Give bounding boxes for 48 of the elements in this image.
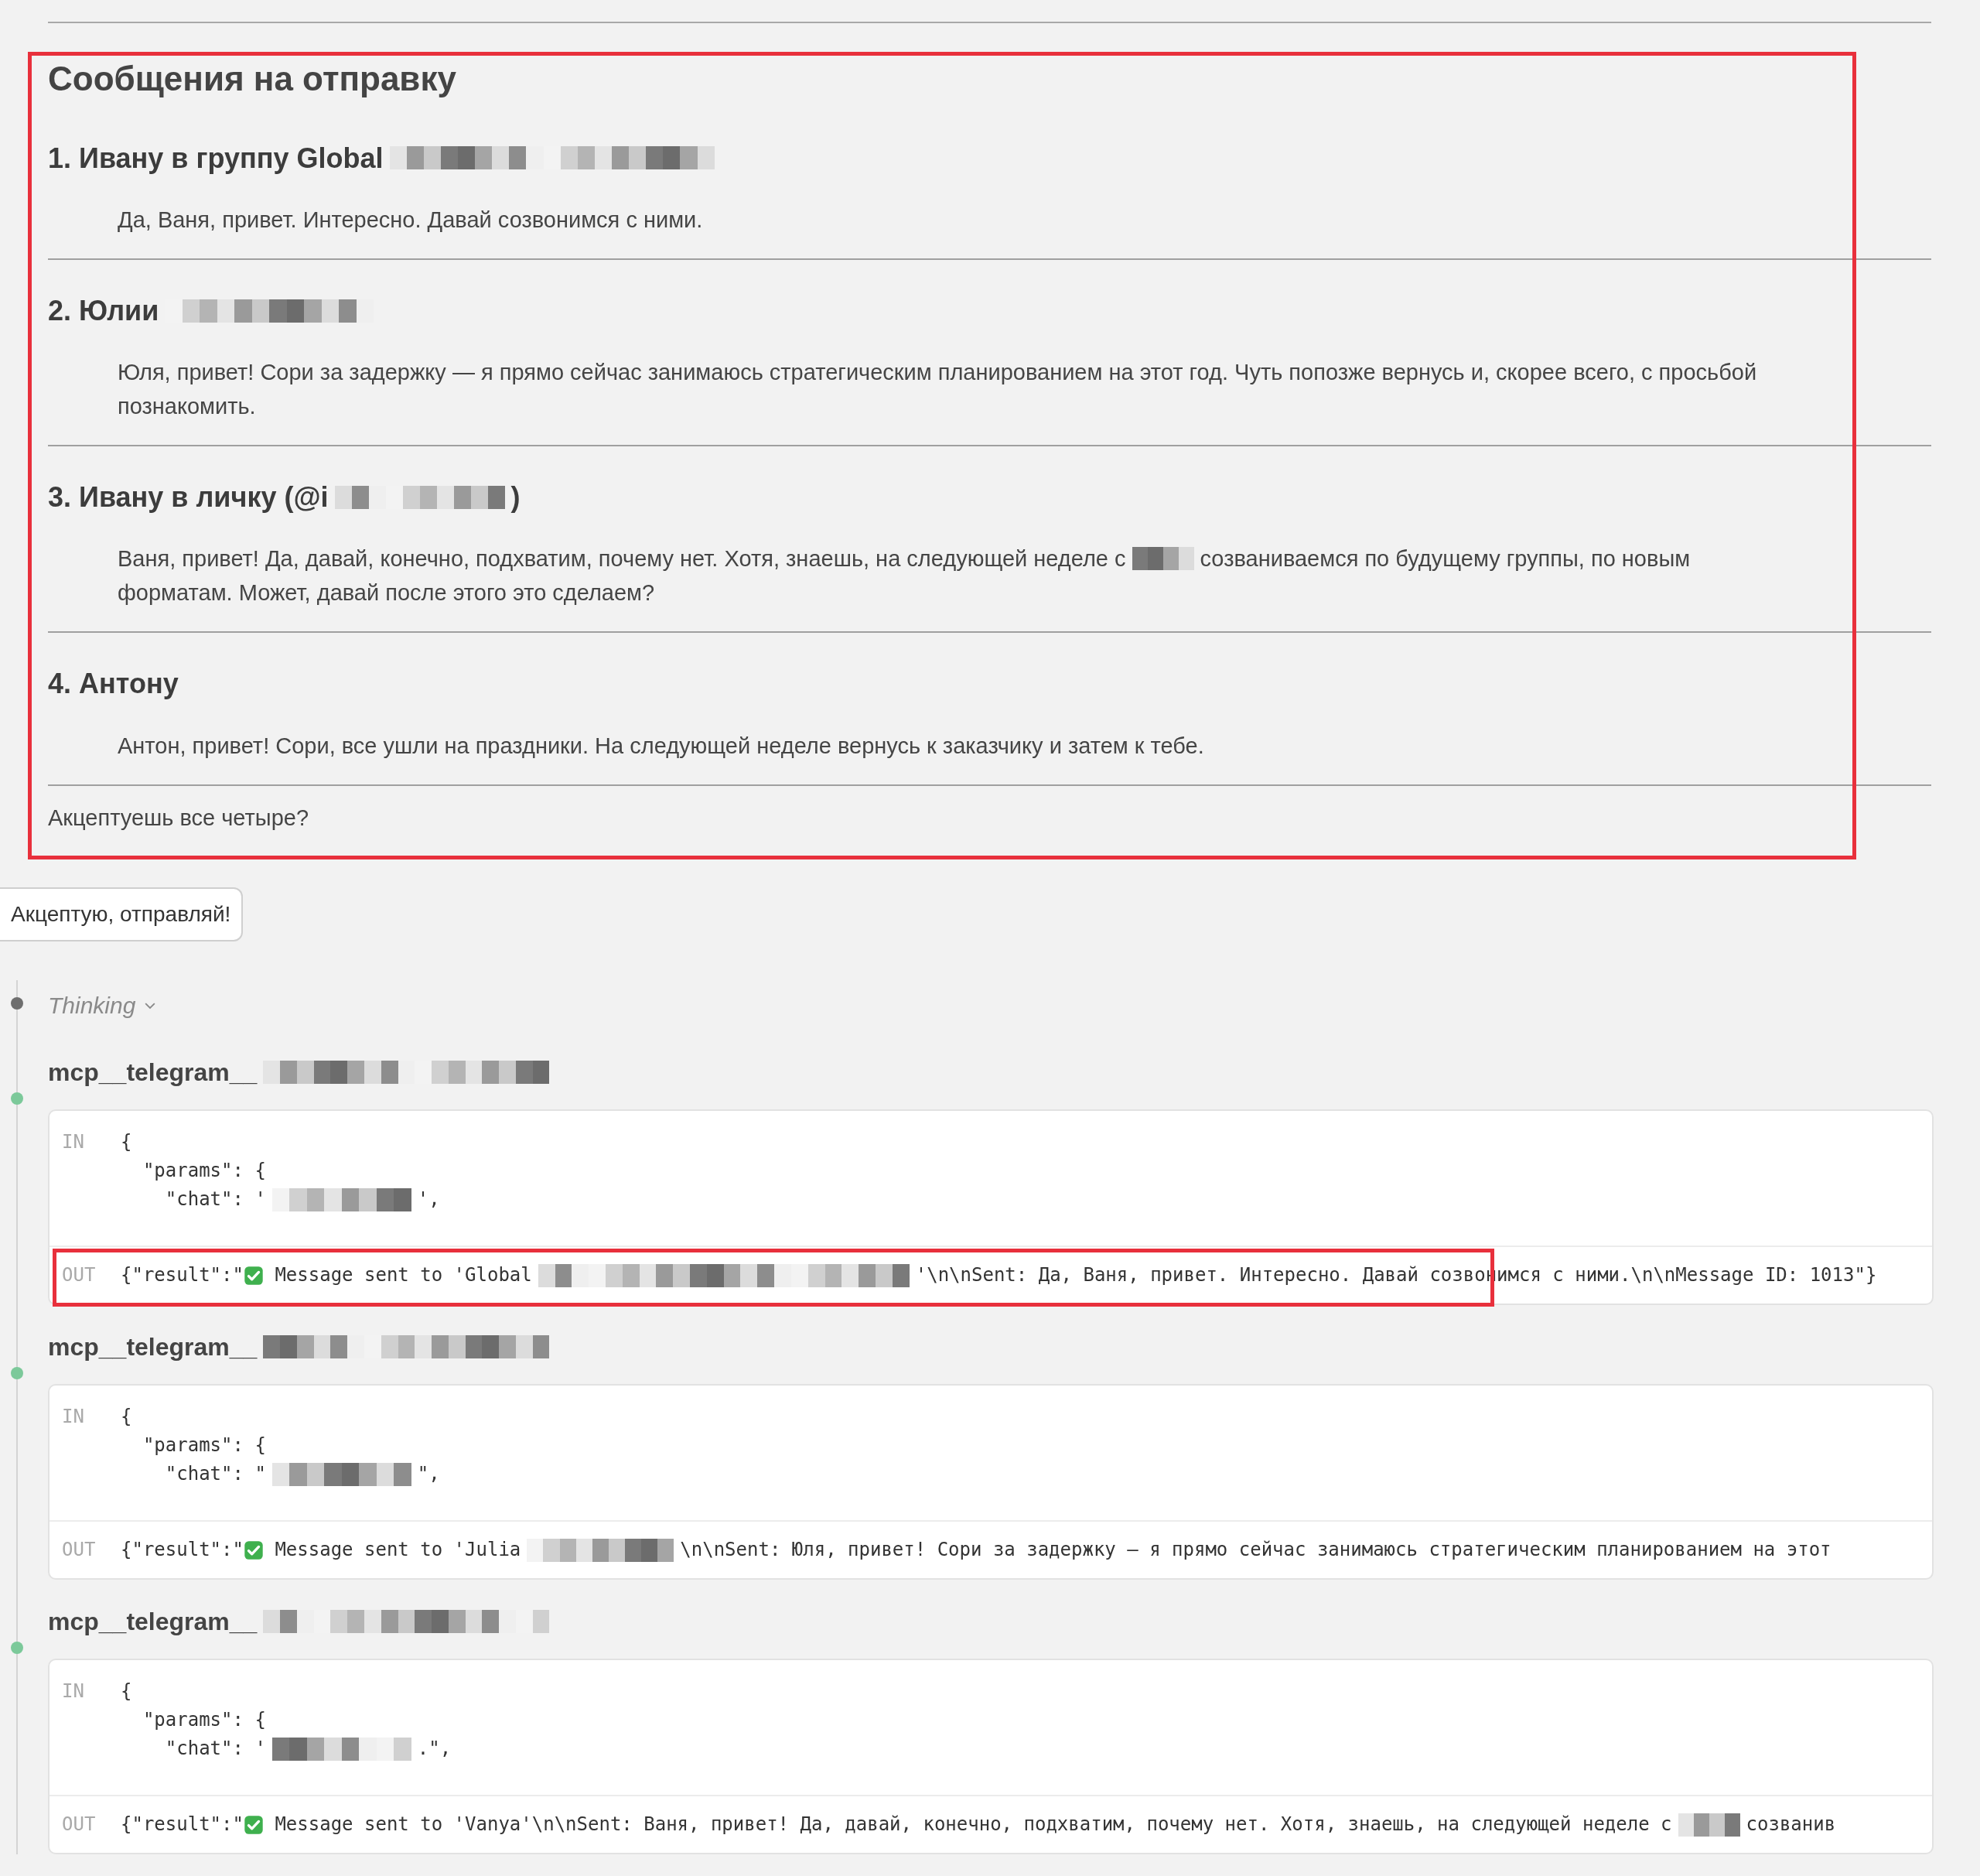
- message-text: форматам. Может, давай после этого это сделаем?: [118, 580, 655, 606]
- chevron-down-icon: [145, 1001, 156, 1010]
- result-text: {"result":": [121, 1263, 244, 1288]
- user-message-bubble: Акцептую, отправляй!: [0, 887, 244, 942]
- code-line: "chat": ': [164, 1187, 266, 1212]
- code-line: {: [121, 1130, 132, 1155]
- code-line: .",: [417, 1737, 452, 1762]
- message-heading: 3. Ивану в личку (@i: [48, 480, 329, 514]
- out-label: OUT: [62, 1263, 97, 1288]
- in-label: IN: [62, 1405, 85, 1430]
- code-line: {: [121, 1680, 132, 1704]
- message-text: Антон, привет! Сори, все ушли на праздники. На следующей неделе вернусь к заказчику и затем к тебе.: [118, 733, 1204, 758]
- message-heading: 1. Ивану в группу Global: [48, 141, 384, 175]
- check-mark-icon: [243, 1814, 264, 1835]
- result-text: Message sent to 'Julia: [274, 1538, 521, 1563]
- code-line: {: [121, 1405, 132, 1430]
- message-text: Ваня, привет! Да, давай, конечно, подхватим, почему нет. Хотя, знаешь, на следующей неделе с: [118, 545, 1126, 573]
- thinking-toggle[interactable]: Thinking: [48, 980, 156, 1031]
- result-text: созванив: [1746, 1813, 1836, 1837]
- out-label: OUT: [62, 1538, 97, 1563]
- out-label: OUT: [62, 1813, 97, 1837]
- in-label: IN: [62, 1680, 85, 1704]
- message-heading: 4. Антону: [48, 667, 179, 701]
- check-mark-icon: [243, 1265, 264, 1286]
- code-line: ",: [417, 1462, 440, 1487]
- message-text: Юля, привет! Сори за задержку — я прямо сейчас занимаюсь стратегическим планированием на этот год. Чуть попозже вернусь и, скорее всего, с просьбой познакомить.: [118, 360, 1757, 419]
- result-text: {"result":": [121, 1538, 244, 1563]
- code-line: "params": {: [142, 1708, 266, 1733]
- code-line: "params": {: [142, 1433, 266, 1458]
- code-line: "chat": ': [164, 1737, 266, 1762]
- code-line: ',: [417, 1187, 440, 1212]
- tool-name: mcp__telegram__: [48, 1332, 258, 1363]
- code-line: "chat": ": [164, 1462, 266, 1487]
- result-text: Message sent to 'Vanya'\n\nSent: Ваня, привет! Да, давай, конечно, подхватим, почему нет. Хотя, знаешь, на следующей неделе с: [274, 1813, 1672, 1837]
- code-line: "params": {: [142, 1159, 266, 1184]
- tool-name: mcp__telegram__: [48, 1058, 258, 1088]
- result-text: \n\nSent: Юля, привет! Сори за задержку — я прямо сейчас занимаюсь стратегическим планированием на этот: [680, 1538, 1832, 1563]
- message-text: Да, Ваня, привет. Интересно. Давай созвонимся с ними.: [118, 207, 703, 232]
- section-title: Сообщения на отправку: [48, 59, 457, 99]
- result-text: Message sent to 'Global: [274, 1263, 532, 1288]
- check-mark-icon: [243, 1539, 264, 1560]
- question-text: Акцептуешь все четыре?: [48, 804, 310, 832]
- in-label: IN: [62, 1130, 85, 1155]
- result-text: {"result":": [121, 1813, 244, 1837]
- message-heading: ): [510, 480, 521, 514]
- tool-name: mcp__telegram__: [48, 1607, 258, 1638]
- message-heading: 2. Юлии: [48, 294, 159, 328]
- message-text: созваниваемся по будущему группы, по новым: [1200, 545, 1691, 573]
